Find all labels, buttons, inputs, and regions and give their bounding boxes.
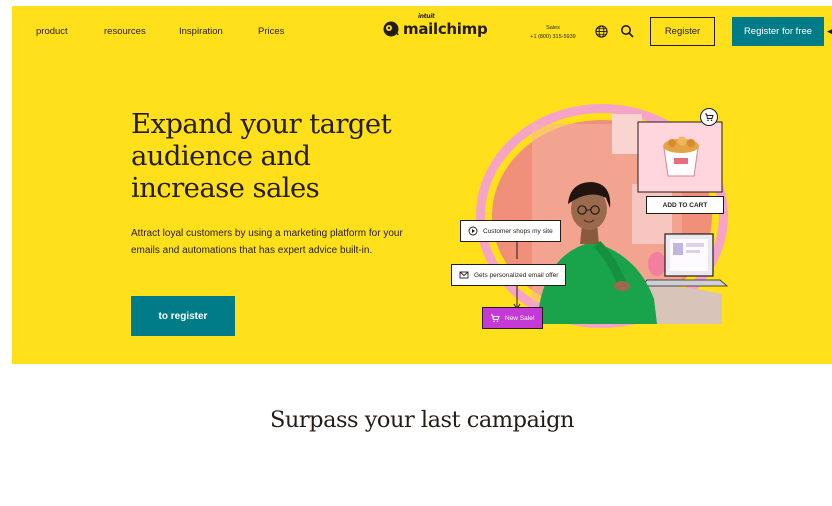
page: product resources Inspiration Prices int… [12, 6, 832, 506]
register-button[interactable]: Register [650, 17, 715, 46]
nav-prices[interactable]: Prices [258, 26, 284, 37]
search-icon[interactable] [620, 24, 634, 38]
cart-icon [491, 314, 500, 323]
globe-icon[interactable] [595, 25, 608, 38]
chevron-icon[interactable]: ◀ [827, 26, 832, 37]
nav-inspiration[interactable]: Inspiration [179, 26, 223, 37]
flow-step-label: Customer shops my site [483, 227, 553, 235]
flow-step-label: Gets personalized email offer [474, 271, 559, 279]
logo-brand: mailchimp [403, 20, 488, 38]
flow-step-email: Gets personalized email offer [451, 264, 567, 286]
hero-section: Expand your target audience and increase… [12, 54, 832, 364]
sales-contact[interactable]: Sales +1 (800) 315-5939 [520, 24, 586, 42]
flow-step-shop: Customer shops my site [460, 220, 561, 242]
nav-resources[interactable]: resources [104, 26, 146, 37]
email-icon [459, 271, 469, 279]
flow-step-label: New Sale! [505, 314, 535, 322]
register-free-button[interactable]: Register for free [732, 17, 824, 46]
add-to-cart-button[interactable]: ADD TO CART [646, 196, 724, 214]
hero-register-button[interactable]: to register [131, 296, 235, 336]
play-icon [468, 226, 478, 236]
logo-parent-brand: intuit [418, 13, 435, 20]
sales-phone: +1 (800) 315-5939 [530, 34, 576, 40]
section-title: Surpass your last campaign [270, 407, 575, 433]
hero-illustration: ADD TO CART Customer shops my site Gets … [432, 94, 732, 344]
nav-product[interactable]: product [36, 26, 68, 37]
hero-title: Expand your target audience and increase… [131, 108, 451, 204]
hero-description: Attract loyal customers by using a marke… [131, 228, 403, 256]
logo-wordmark: intuit mailchimp [403, 13, 488, 38]
cart-icon [705, 113, 714, 122]
hero-photo-illustration [476, 104, 729, 328]
sales-label: Sales [546, 25, 560, 31]
mailchimp-freddie-icon [383, 21, 399, 37]
cart-badge[interactable] [700, 108, 718, 126]
hero-title-line: audience and [131, 140, 311, 172]
hero-title-line: Expand your target [131, 108, 392, 140]
flow-step-sale: New Sale! [482, 307, 543, 329]
hero-title-line: increase sales [131, 172, 320, 204]
mailchimp-logo[interactable]: intuit mailchimp [382, 13, 488, 38]
top-navigation: product resources Inspiration Prices int… [12, 6, 832, 54]
